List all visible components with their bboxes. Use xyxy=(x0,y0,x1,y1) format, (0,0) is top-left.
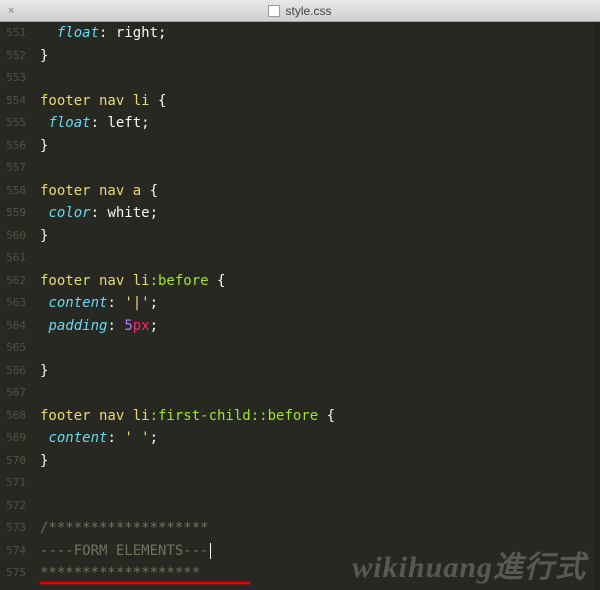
code-line[interactable]: float: left; xyxy=(40,112,600,135)
code-line[interactable] xyxy=(40,337,600,360)
filename-label: style.css xyxy=(285,4,331,18)
line-number: 556 xyxy=(0,135,26,158)
code-line[interactable]: /******************* xyxy=(40,517,600,540)
line-number: 562 xyxy=(0,270,26,293)
line-number: 560 xyxy=(0,225,26,248)
code-line[interactable]: content: '|'; xyxy=(40,292,600,315)
code-line[interactable] xyxy=(40,67,600,90)
code-line[interactable]: } xyxy=(40,45,600,68)
close-icon[interactable]: × xyxy=(8,6,18,16)
code-area[interactable]: float: right;} footer nav li { float: lef… xyxy=(34,22,600,590)
code-line[interactable]: footer nav li:before { xyxy=(40,270,600,293)
code-line[interactable] xyxy=(40,382,600,405)
line-number: 561 xyxy=(0,247,26,270)
line-number: 554 xyxy=(0,90,26,113)
line-number: 552 xyxy=(0,45,26,68)
code-line[interactable]: content: ' '; xyxy=(40,427,600,450)
line-number: 557 xyxy=(0,157,26,180)
code-line[interactable]: ----FORM ELEMENTS--- xyxy=(40,540,600,563)
code-line[interactable]: } xyxy=(40,450,600,473)
code-line[interactable] xyxy=(40,157,600,180)
line-number-gutter: 5515525535545555565575585595605615625635… xyxy=(0,22,34,590)
code-line[interactable]: footer nav a { xyxy=(40,180,600,203)
code-line[interactable]: } xyxy=(40,135,600,158)
window-titlebar: × style.css xyxy=(0,0,600,22)
line-number: 563 xyxy=(0,292,26,315)
code-line[interactable]: padding: 5px; xyxy=(40,315,600,338)
line-number: 558 xyxy=(0,180,26,203)
code-line[interactable] xyxy=(40,472,600,495)
line-number: 569 xyxy=(0,427,26,450)
line-number: 564 xyxy=(0,315,26,338)
line-number: 559 xyxy=(0,202,26,225)
line-number: 575 xyxy=(0,562,26,585)
line-number: 573 xyxy=(0,517,26,540)
file-icon xyxy=(268,5,280,17)
code-line[interactable]: } xyxy=(40,225,600,248)
line-number: 555 xyxy=(0,112,26,135)
line-number: 570 xyxy=(0,450,26,473)
editor-pane: 5515525535545555565575585595605615625635… xyxy=(0,22,600,590)
line-number: 566 xyxy=(0,360,26,383)
code-line[interactable]: footer nav li:first-child::before { xyxy=(40,405,600,428)
line-number: 567 xyxy=(0,382,26,405)
line-number: 571 xyxy=(0,472,26,495)
line-number: 551 xyxy=(0,22,26,45)
code-line[interactable]: color: white; xyxy=(40,202,600,225)
line-number: 572 xyxy=(0,495,26,518)
code-line[interactable] xyxy=(40,247,600,270)
line-number: 568 xyxy=(0,405,26,428)
accent-underline xyxy=(40,582,250,584)
line-number: 574 xyxy=(0,540,26,563)
line-number: 565 xyxy=(0,337,26,360)
code-line[interactable] xyxy=(40,495,600,518)
minimap-scrollbar[interactable] xyxy=(594,22,600,590)
line-number: 553 xyxy=(0,67,26,90)
text-cursor xyxy=(210,543,211,559)
code-line[interactable]: footer nav li { xyxy=(40,90,600,113)
code-line[interactable]: float: right; xyxy=(40,22,600,45)
code-line[interactable]: } xyxy=(40,360,600,383)
